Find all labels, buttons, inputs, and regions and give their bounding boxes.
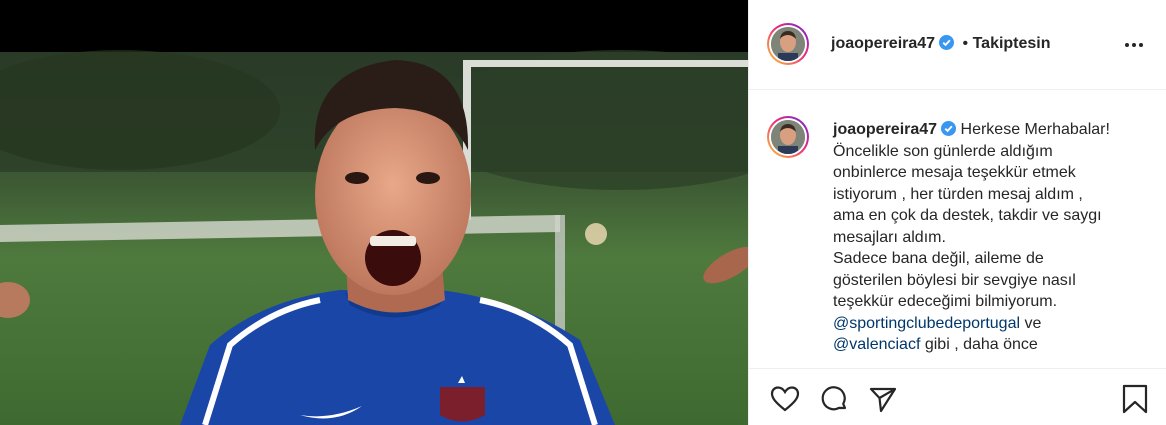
caption-line: istiyorum , her türden mesaj aldım , xyxy=(833,185,1083,203)
caption-text: gibi , daha önce xyxy=(924,336,1038,353)
caption-avatar[interactable] xyxy=(767,116,809,158)
follow-separator: • xyxy=(962,35,969,52)
post-username[interactable]: joaopereira47 xyxy=(831,35,935,52)
caption-username[interactable]: joaopereira47 xyxy=(833,121,937,138)
mention-valencia[interactable]: @valenciacf xyxy=(833,336,920,353)
comment-icon[interactable] xyxy=(818,383,850,415)
share-icon[interactable] xyxy=(867,383,899,415)
save-icon[interactable] xyxy=(1119,383,1151,415)
action-bar xyxy=(749,368,1166,425)
avatar[interactable] xyxy=(767,23,809,65)
verified-badge-icon xyxy=(939,35,955,50)
caption-line: mesajları aldım. xyxy=(833,228,946,246)
mention-sporting[interactable]: @sportingclubedeportugal xyxy=(833,315,1020,332)
more-options-icon[interactable] xyxy=(1123,36,1145,54)
caption-line: Öncelikle son günlerde aldığım xyxy=(833,142,1053,160)
post-header: joaopereira47 • Takiptesin xyxy=(749,0,1166,90)
caption-line: Sadece bana değil, aileme de xyxy=(833,250,1044,267)
caption-line: ama en çok da destek, takdir ve saygı xyxy=(833,207,1102,224)
post-side-panel: joaopereira47 • Takiptesin joaopereira47… xyxy=(748,0,1166,425)
caption-line: gösterilen böylesi bir sevgiye nasıl xyxy=(833,271,1076,289)
caption-line: Herkese Merhabalar! xyxy=(960,121,1110,138)
post-caption: joaopereira47 Herkese Merhabalar! Önceli… xyxy=(833,119,1151,356)
caption-line: teşekkür edeceğimi bilmiyorum. xyxy=(833,293,1058,310)
follow-status[interactable]: Takiptesin xyxy=(973,35,1051,52)
caption-text: ve xyxy=(1024,314,1042,332)
post-photo[interactable] xyxy=(0,0,748,425)
caption-line: onbinlerce mesaja teşekkür etmek xyxy=(833,164,1076,181)
verified-badge-icon xyxy=(941,121,957,136)
heart-icon[interactable] xyxy=(769,383,801,415)
